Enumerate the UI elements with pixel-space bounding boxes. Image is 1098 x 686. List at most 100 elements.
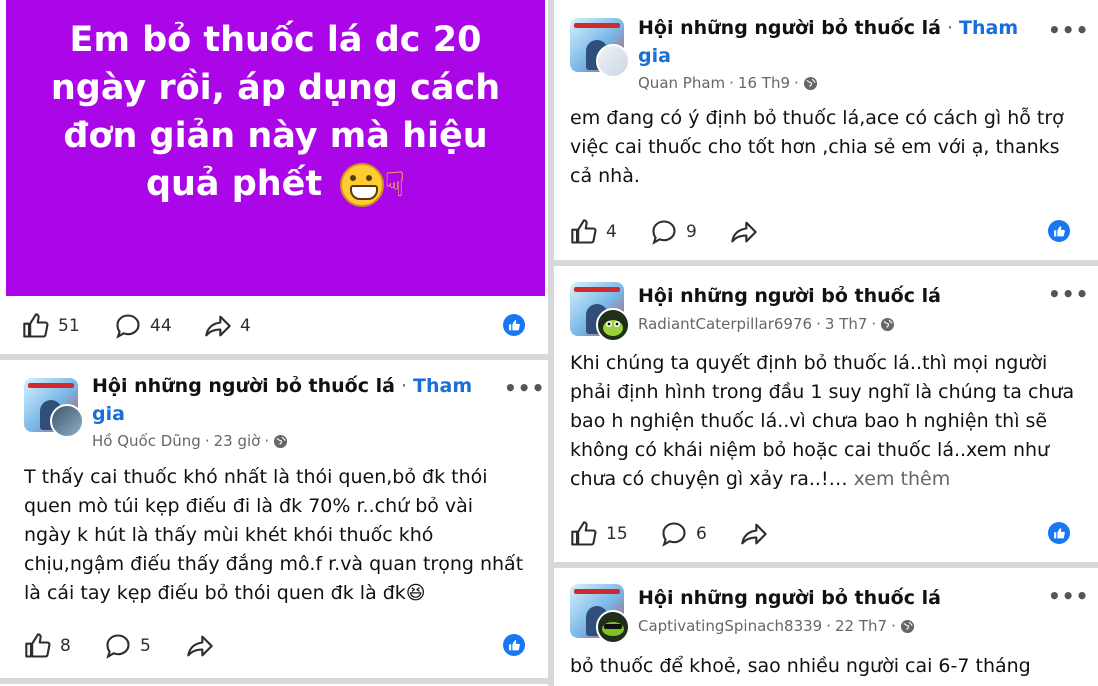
meta-separator: · — [794, 74, 799, 92]
grinning-face-emoji-icon — [340, 163, 385, 207]
user-avatar[interactable] — [50, 404, 84, 438]
thumbs-up-icon — [23, 313, 49, 338]
more-label: ••• — [504, 376, 546, 400]
group-name-text[interactable]: Hội những người bỏ thuốc lá — [638, 285, 941, 307]
post-action-bar: 4 9 — [554, 212, 1098, 252]
meta-separator: · — [891, 617, 896, 635]
like-button[interactable]: 15 — [570, 514, 628, 554]
post-action-bar: 15 6 — [554, 514, 1098, 554]
like-button[interactable]: 51 — [22, 306, 80, 346]
post-meta: Quan Pham · 16 Th9 · — [638, 74, 818, 92]
comment-button[interactable]: 5 — [104, 626, 151, 666]
share-button[interactable] — [740, 514, 768, 554]
hero-post-text-block: Em bỏ thuốc lá dc 20 ngày rồi, áp dụng c… — [26, 16, 525, 209]
comment-count: 6 — [696, 524, 707, 544]
meta-separator: · — [826, 617, 831, 635]
more-options-icon[interactable]: ••• — [504, 376, 545, 400]
share-icon — [731, 221, 757, 243]
more-label: ••• — [1048, 282, 1090, 306]
comment-button[interactable]: 6 — [660, 514, 707, 554]
comment-count: 9 — [686, 222, 697, 242]
post-time[interactable]: 22 Th7 — [835, 617, 887, 635]
comment-icon — [116, 314, 140, 339]
group-name[interactable]: Hội những người bỏ thuốc lá — [638, 282, 1028, 310]
group-name[interactable]: Hội những người bỏ thuốc lá · Tham gia — [92, 372, 482, 428]
more-label: ••• — [1048, 18, 1090, 42]
share-button[interactable]: 4 — [204, 306, 251, 346]
more-options-icon[interactable]: ••• — [1048, 584, 1089, 608]
post-time[interactable]: 16 Th9 — [738, 74, 790, 92]
post-body: Khi chúng ta quyết định bỏ thuốc lá..thì… — [570, 349, 1080, 494]
group-name[interactable]: Hội những người bỏ thuốc lá · Tham gia — [638, 14, 1028, 70]
group-name-text[interactable]: Hội những người bỏ thuốc lá — [638, 17, 941, 39]
comment-button[interactable]: 44 — [114, 306, 172, 346]
like-reaction-icon — [503, 314, 525, 336]
comment-icon — [662, 522, 686, 547]
user-avatar[interactable] — [596, 610, 630, 644]
group-name[interactable]: Hội những người bỏ thuốc lá — [638, 584, 1028, 612]
left-feed-column: Em bỏ thuốc lá dc 20 ngày rồi, áp dụng c… — [0, 0, 548, 686]
like-button[interactable]: 4 — [570, 212, 617, 252]
group-name-text[interactable]: Hội những người bỏ thuốc lá — [92, 375, 395, 397]
comment-icon — [652, 220, 676, 245]
author-name[interactable]: Quan Pham — [638, 74, 725, 92]
share-button[interactable] — [186, 626, 214, 666]
more-options-icon[interactable]: ••• — [1048, 282, 1089, 306]
meta-separator: · — [204, 432, 210, 450]
feed-separator — [554, 562, 1098, 568]
user-avatar[interactable] — [596, 44, 630, 78]
meta-separator: · — [264, 432, 270, 450]
comment-count: 5 — [140, 636, 151, 656]
comment-icon — [106, 634, 130, 659]
like-count: 8 — [60, 636, 71, 656]
globe-icon — [900, 619, 914, 633]
post-meta: CaptivatingSpinach8339 · 22 Th7 · — [638, 617, 915, 635]
see-more-link[interactable]: xem thêm — [848, 468, 951, 490]
post-time[interactable]: 23 giờ — [214, 432, 261, 450]
like-count: 51 — [58, 316, 80, 336]
feed-separator — [0, 354, 548, 360]
globe-icon — [881, 317, 895, 331]
post-time[interactable]: 3 Th7 — [825, 315, 868, 333]
post-body-text: T thấy cai thuốc khó nhất là thói quen,b… — [24, 466, 524, 604]
author-name[interactable]: Hồ Quốc Dũng — [92, 432, 201, 450]
hero-post-action-bar: 51 44 4 — [0, 306, 548, 346]
post-body-text: em đang có ý định bỏ thuốc lá,ace có các… — [570, 107, 1064, 187]
thumbs-up-icon — [571, 521, 597, 546]
pointing-down-emoji-icon: ☟ — [384, 165, 406, 205]
like-button[interactable]: 8 — [24, 626, 71, 666]
more-label: ••• — [1048, 584, 1090, 608]
comment-button[interactable]: 9 — [650, 212, 697, 252]
hero-post-text: Em bỏ thuốc lá dc 20 ngày rồi, áp dụng c… — [50, 20, 501, 204]
author-name[interactable]: CaptivatingSpinach8339 — [638, 617, 822, 635]
like-count: 4 — [606, 222, 617, 242]
like-reaction-icon — [1048, 220, 1070, 242]
share-count: 4 — [240, 316, 251, 336]
share-icon — [741, 523, 767, 545]
share-button[interactable] — [730, 212, 758, 252]
like-count: 15 — [606, 524, 628, 544]
user-avatar[interactable] — [596, 308, 630, 342]
post-action-bar: 8 5 — [0, 626, 548, 666]
feed-separator — [0, 678, 548, 684]
like-reaction-icon — [1048, 522, 1070, 544]
group-name-text[interactable]: Hội những người bỏ thuốc lá — [638, 587, 941, 609]
author-name[interactable]: RadiantCaterpillar6976 — [638, 315, 812, 333]
feed-separator — [554, 260, 1098, 266]
share-icon — [205, 315, 231, 337]
thumbs-up-icon — [571, 219, 597, 244]
hero-post-background[interactable]: Em bỏ thuốc lá dc 20 ngày rồi, áp dụng c… — [6, 0, 545, 296]
thumbs-up-icon — [25, 633, 51, 658]
globe-icon — [803, 76, 817, 90]
meta-separator: · — [729, 74, 734, 92]
meta-separator: · — [816, 315, 821, 333]
more-options-icon[interactable]: ••• — [1048, 18, 1089, 42]
post-meta: RadiantCaterpillar6976 · 3 Th7 · — [638, 315, 895, 333]
title-dot: · — [394, 375, 414, 397]
share-icon — [187, 635, 213, 657]
right-feed-column: Hội những người bỏ thuốc lá · Tham gia •… — [554, 0, 1098, 686]
post-meta: Hồ Quốc Dũng · 23 giờ · — [92, 432, 288, 450]
title-dot: · — [940, 17, 960, 39]
comment-count: 44 — [150, 316, 172, 336]
globe-icon — [274, 434, 288, 448]
